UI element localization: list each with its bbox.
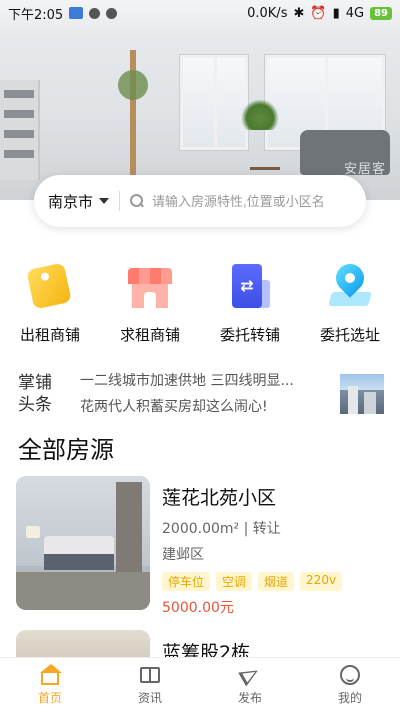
news-headline[interactable]: 花两代人积蓄买房却这么闹心! <box>80 394 320 420</box>
bottom-tab-bar: 首页 资讯 发布 我的 <box>0 657 400 711</box>
hero-plant <box>240 100 280 130</box>
action-rent-out-shop[interactable]: 出租商铺 <box>2 262 98 345</box>
smiley-icon <box>339 664 361 686</box>
news-logo-line: 掌铺 <box>18 373 52 393</box>
news-headlines: 一二线城市加速供地 三四线明显... 花两代人积蓄买房却这么闹心! <box>80 368 320 420</box>
notification-dot-icon <box>89 7 101 19</box>
tab-label: 首页 <box>37 690 62 705</box>
network-type: 4G <box>345 5 365 21</box>
listing-thumbnail <box>16 630 150 660</box>
location-pin-icon <box>324 258 376 314</box>
notification-dot-icon <box>106 7 118 19</box>
action-site-selection[interactable]: 委托选址 <box>302 258 398 345</box>
news-logo-line: 头条 <box>18 395 52 415</box>
search-divider <box>119 191 121 211</box>
listing-thumbnail <box>16 476 150 610</box>
tab-label: 我的 <box>337 690 362 705</box>
quick-actions: 出租商铺 求租商铺 ⇄ 委托转铺 委托选址 <box>0 258 400 345</box>
hero-bookshelf <box>0 80 40 180</box>
search-bar: 南京市 <box>34 175 366 227</box>
city-selector[interactable]: 南京市 <box>48 191 110 212</box>
listing-card[interactable]: 莲花北苑小区 2000.00m² | 转让 建邺区 停车位 空调 烟道 220v… <box>16 476 386 616</box>
tab-profile[interactable]: 我的 <box>300 658 400 711</box>
tab-label: 资讯 <box>137 690 162 705</box>
bluetooth-icon: ✱ <box>293 5 305 21</box>
listing-tag: 停车位 <box>162 572 211 591</box>
listing-info: 莲花北苑小区 2000.00m² | 转让 建邺区 停车位 空调 烟道 220v… <box>162 476 386 616</box>
battery-icon: 89 <box>370 6 392 20</box>
action-label: 委托转铺 <box>219 326 280 344</box>
tab-label: 发布 <box>237 690 262 705</box>
action-transfer-shop[interactable]: ⇄ 委托转铺 <box>202 262 298 345</box>
network-speed: 0.0K/s <box>247 5 288 21</box>
hero-table <box>250 140 280 170</box>
hero-plant-stand <box>118 50 148 180</box>
alarm-icon: ⏰ <box>310 5 327 21</box>
signal-icon: ▮ <box>332 5 340 21</box>
listing-price: 5000.00元 <box>162 600 234 616</box>
hero-window <box>180 55 248 150</box>
action-label: 求租商铺 <box>119 326 180 344</box>
price-tag-icon <box>24 262 76 314</box>
listing-tags: 停车位 空调 烟道 220v <box>162 572 386 591</box>
tab-home[interactable]: 首页 <box>0 658 100 711</box>
news-logo: 掌铺 头条 <box>18 372 62 416</box>
listing-tag: 220v <box>300 572 343 591</box>
tab-news[interactable]: 资讯 <box>100 658 200 711</box>
action-seek-shop[interactable]: 求租商铺 <box>102 262 198 345</box>
status-time: 下午2:05 <box>8 7 64 23</box>
home-icon <box>39 663 62 686</box>
news-headline[interactable]: 一二线城市加速供地 三四线明显... <box>80 368 320 394</box>
section-title: 全部房源 <box>18 436 114 464</box>
transfer-document-icon: ⇄ <box>224 262 276 314</box>
news-thumbnail <box>340 374 384 414</box>
send-icon <box>238 663 262 686</box>
listing-tag: 空调 <box>216 572 253 591</box>
listing-meta: 2000.00m² | 转让 <box>162 521 281 537</box>
listing-name: 莲花北苑小区 <box>162 487 277 509</box>
hero-banner: 安居客 <box>0 0 400 200</box>
hero-watermark: 安居客 <box>343 162 386 177</box>
status-bar: 下午2:05 0.0K/s ✱ ⏰ ▮ 4G 89 <box>0 0 400 26</box>
listing-card[interactable]: 蓝筹股2栋 <box>16 630 386 660</box>
search-icon <box>130 194 144 208</box>
tab-publish[interactable]: 发布 <box>200 658 300 711</box>
search-input[interactable] <box>152 193 343 209</box>
book-icon <box>139 664 161 686</box>
caret-down-icon <box>99 198 110 204</box>
listing-district: 建邺区 <box>162 547 204 563</box>
storefront-icon <box>124 262 176 314</box>
app-notification-icon <box>69 7 84 19</box>
listing-tag: 烟道 <box>258 572 295 591</box>
action-label: 委托选址 <box>319 326 380 344</box>
city-label: 南京市 <box>48 192 94 211</box>
action-label: 出租商铺 <box>19 326 80 344</box>
news-ticker[interactable]: 掌铺 头条 一二线城市加速供地 三四线明显... 花两代人积蓄买房却这么闹心! <box>18 366 384 422</box>
